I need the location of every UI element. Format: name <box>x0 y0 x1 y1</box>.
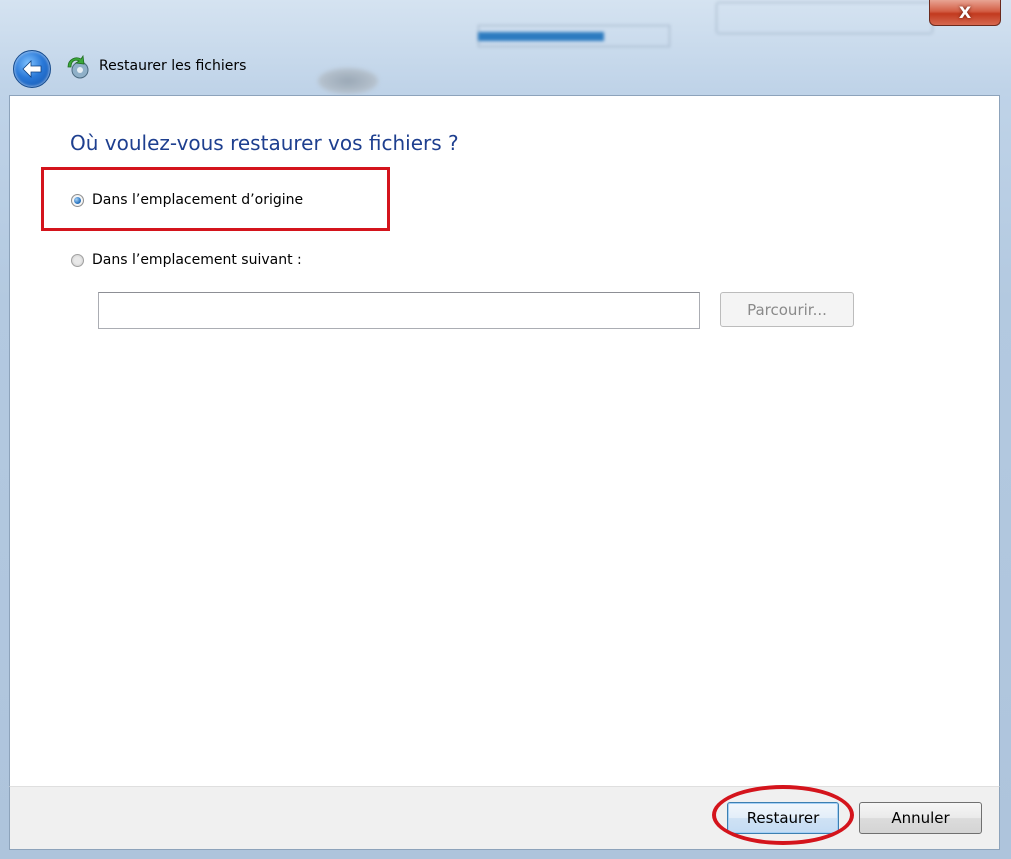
page-title: Où voulez-vous restaurer vos fichiers ? <box>70 131 459 155</box>
back-arrow-icon <box>22 60 42 78</box>
radio-following-label: Dans l’emplacement suivant : <box>92 252 302 268</box>
close-button[interactable]: X <box>929 0 1001 26</box>
restore-files-icon <box>67 54 89 79</box>
browse-button[interactable]: Parcourir... <box>720 292 854 327</box>
back-button[interactable] <box>13 50 51 88</box>
background-button <box>716 2 933 34</box>
background-drive-icon <box>318 68 378 94</box>
close-icon: X <box>958 3 972 22</box>
location-path-input[interactable] <box>98 292 700 329</box>
highlight-ellipse <box>712 785 854 845</box>
nav-title: Restaurer les fichiers <box>99 58 247 74</box>
highlight-rectangle <box>41 167 390 231</box>
window-frame: X Restaurer les fichiers Où voulez-vous … <box>0 0 1011 859</box>
radio-following-unchecked-icon[interactable] <box>71 253 84 267</box>
cancel-button[interactable]: Annuler <box>859 802 982 834</box>
background-progress-bar <box>478 32 604 41</box>
radio-following-location[interactable]: Dans l’emplacement suivant : <box>71 252 302 268</box>
